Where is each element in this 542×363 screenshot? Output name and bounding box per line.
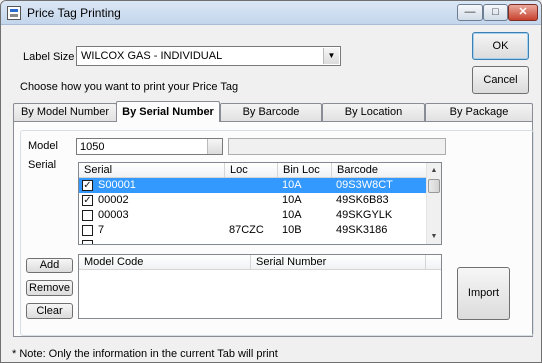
tab-by-package[interactable]: By Package <box>425 103 533 121</box>
title-bar: Price Tag Printing — □ ✕ <box>1 1 541 25</box>
tab-by-serial-number[interactable]: By Serial Number <box>116 101 220 122</box>
column-header-serial-number[interactable]: Serial Number <box>251 255 426 270</box>
window-title: Price Tag Printing <box>27 6 121 20</box>
model-label: Model <box>28 140 58 152</box>
serial-list[interactable]: Serial Loc Bin Loc Barcode ✓ S00001 10A … <box>78 162 442 245</box>
scroll-up-icon[interactable]: ▲ <box>427 163 441 178</box>
tab-label: By Package <box>449 106 509 118</box>
column-header-model-code[interactable]: Model Code <box>79 255 251 270</box>
price-tag-printing-window: Price Tag Printing — □ ✕ Label Size WILC… <box>0 0 542 363</box>
chevron-down-icon: ▼ <box>323 48 339 64</box>
tab-by-location[interactable]: By Location <box>322 103 425 121</box>
model-description-field <box>228 138 446 155</box>
column-header-label: Serial Number <box>256 256 327 268</box>
ok-label: OK <box>492 40 509 52</box>
minimize-button[interactable]: — <box>457 4 483 21</box>
label-size-label: Label Size <box>23 51 75 63</box>
cell-bin-loc: 10A <box>282 209 302 221</box>
cell-bin-loc: 10B <box>282 224 302 236</box>
add-button[interactable]: Add <box>26 258 73 273</box>
instruction-text: Choose how you want to print your Price … <box>20 81 239 93</box>
column-header-label: Serial <box>84 164 113 176</box>
remove-button[interactable]: Remove <box>26 280 73 296</box>
table-row-partial[interactable] <box>79 238 428 244</box>
cell-serial: 00002 <box>98 194 129 206</box>
model-lookup-button[interactable] <box>207 139 222 154</box>
column-header-loc[interactable]: Loc <box>225 163 278 178</box>
column-header-label: Loc <box>230 164 248 176</box>
tab-label: By Serial Number <box>122 106 214 118</box>
cell-barcode: 49SK6B83 <box>336 194 389 206</box>
table-row[interactable]: 00003 10A 49SKGYLK <box>79 208 428 223</box>
footer-note: * Note: Only the information in the curr… <box>12 348 278 360</box>
cancel-button[interactable]: Cancel <box>472 66 529 94</box>
table-row[interactable]: 7 87CZC 10B 49SK3186 <box>79 223 428 238</box>
ok-button[interactable]: OK <box>472 32 529 60</box>
tab-label: By Barcode <box>242 106 300 118</box>
row-checkbox[interactable] <box>82 210 93 221</box>
column-header-serial[interactable]: Serial <box>79 163 225 178</box>
import-button[interactable]: Import <box>457 267 510 320</box>
minimize-icon: — <box>464 6 476 18</box>
cell-barcode: 49SK3186 <box>336 224 388 236</box>
maximize-button[interactable]: □ <box>483 4 508 21</box>
cell-bin-loc: 10A <box>282 194 302 206</box>
clear-label: Clear <box>36 305 63 317</box>
scroll-thumb[interactable] <box>428 179 440 193</box>
row-checkbox[interactable]: ✓ <box>82 195 93 206</box>
tab-by-barcode[interactable]: By Barcode <box>220 103 322 121</box>
column-header-barcode[interactable]: Barcode <box>332 163 428 178</box>
print-mode-tabs: By Model Number By Serial Number By Barc… <box>13 101 533 122</box>
table-row[interactable]: ✓ S00001 10A 09S3W8CT <box>79 178 428 193</box>
column-header-label: Barcode <box>337 164 378 176</box>
row-checkbox[interactable] <box>82 225 93 236</box>
clear-button[interactable]: Clear <box>26 303 73 319</box>
app-icon <box>7 6 21 20</box>
label-size-value: WILCOX GAS - INDIVIDUAL <box>81 50 223 62</box>
column-header-label: Bin Loc <box>283 164 320 176</box>
model-input[interactable]: 1050 <box>76 138 223 155</box>
cell-barcode: 09S3W8CT <box>336 179 393 191</box>
cell-serial: 7 <box>98 224 105 236</box>
maximize-icon: □ <box>492 6 499 18</box>
remove-label: Remove <box>29 282 70 294</box>
row-checkbox[interactable]: ✓ <box>82 180 93 191</box>
table-row[interactable]: ✓ 00002 10A 49SK6B83 <box>79 193 428 208</box>
scroll-down-icon[interactable]: ▼ <box>427 229 441 244</box>
tab-label: By Model Number <box>20 106 110 118</box>
serial-list-scrollbar[interactable]: ▲ ▼ <box>426 163 441 244</box>
selected-items-list[interactable]: Model Code Serial Number <box>78 254 442 319</box>
label-size-dropdown[interactable]: WILCOX GAS - INDIVIDUAL ▼ <box>76 46 341 66</box>
cell-serial: 00003 <box>98 209 129 221</box>
cell-barcode: 49SKGYLK <box>336 209 393 221</box>
column-header-label: Model Code <box>84 256 144 268</box>
cell-bin-loc: 10A <box>282 179 302 191</box>
close-icon: ✕ <box>518 6 528 18</box>
add-label: Add <box>39 259 60 271</box>
tab-label: By Location <box>344 106 403 118</box>
cell-serial: S00001 <box>98 179 136 191</box>
close-button[interactable]: ✕ <box>508 4 538 21</box>
column-header-spacer <box>426 255 441 270</box>
model-value: 1050 <box>80 141 105 153</box>
serial-label: Serial <box>28 159 57 171</box>
column-header-bin-loc[interactable]: Bin Loc <box>278 163 332 178</box>
tab-by-model-number[interactable]: By Model Number <box>13 103 117 121</box>
cancel-label: Cancel <box>483 74 518 86</box>
cell-loc: 87CZC <box>229 224 264 236</box>
row-checkbox[interactable] <box>82 240 93 244</box>
import-label: Import <box>467 287 500 299</box>
